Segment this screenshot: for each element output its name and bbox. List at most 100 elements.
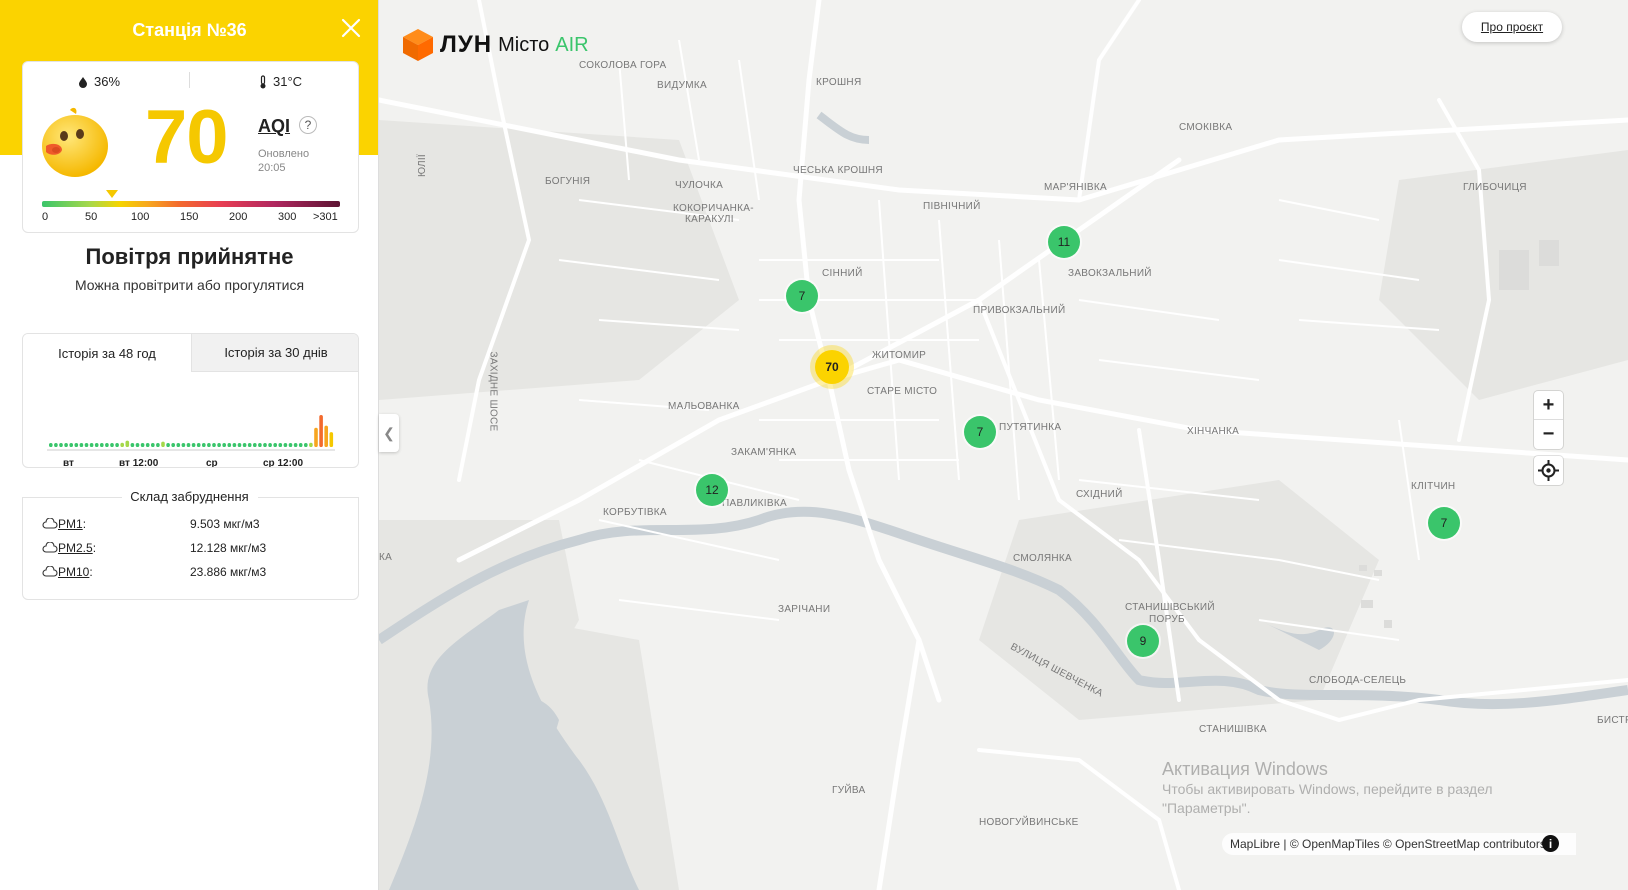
map-label: КРОШНЯ [816, 77, 862, 88]
history-bar[interactable] [329, 432, 334, 447]
history-bar[interactable] [151, 443, 155, 447]
info-icon[interactable]: i [1542, 835, 1559, 852]
station-marker[interactable]: 7 [964, 416, 996, 448]
history-bar[interactable] [227, 443, 232, 447]
history-bar[interactable] [278, 443, 283, 447]
history-bar[interactable] [222, 443, 226, 447]
history-bar[interactable] [145, 443, 150, 447]
history-bar[interactable] [105, 443, 109, 447]
history-bar[interactable] [166, 443, 170, 447]
map-label: СТАНИШІВСЬКИЙ [1125, 602, 1215, 613]
pollutant-value: 23.886 мкг/м3 [190, 565, 267, 579]
history-bar[interactable] [49, 443, 53, 447]
tab-history-48h[interactable]: Історія за 48 год [23, 334, 191, 372]
scale-tick: 300 [278, 211, 297, 223]
history-bar[interactable] [54, 443, 58, 447]
history-bar[interactable] [242, 443, 247, 447]
crosshair-icon [1538, 460, 1559, 481]
history-bar[interactable] [212, 443, 216, 447]
map-attribution[interactable]: MapLibre | © OpenMapTiles © OpenStreetMa… [1222, 833, 1576, 855]
history-bar[interactable] [314, 427, 318, 447]
close-icon[interactable] [340, 17, 362, 39]
history-bar[interactable] [253, 443, 257, 447]
history-bar[interactable] [120, 442, 124, 447]
history-bar[interactable] [69, 443, 73, 447]
station-marker-selected[interactable]: 70 [815, 350, 849, 384]
history-bar[interactable] [217, 443, 221, 447]
history-bar[interactable] [298, 443, 303, 447]
updated-time: 20:05 [258, 162, 286, 174]
history-bar[interactable] [110, 443, 114, 447]
logo[interactable]: ЛУН Місто AIR [402, 28, 589, 62]
history-bar[interactable] [237, 443, 242, 447]
tab-history-30d[interactable]: Історія за 30 днів [191, 334, 358, 372]
pollutant-name[interactable]: PM10 [58, 565, 89, 579]
history-bar[interactable] [191, 443, 196, 447]
history-bar[interactable] [258, 443, 262, 447]
history-bar[interactable] [304, 443, 308, 447]
history-bar[interactable] [202, 443, 206, 447]
history-bar[interactable] [125, 440, 130, 447]
history-x-label: ср 12:00 [263, 458, 303, 468]
map-label: ВИДУМКА [657, 80, 708, 91]
zoom-in-button[interactable]: + [1534, 391, 1563, 420]
history-x-label: вт 12:00 [119, 458, 159, 468]
geolocate-button[interactable] [1534, 456, 1563, 485]
history-bar[interactable] [176, 443, 181, 447]
history-bar[interactable] [196, 443, 201, 447]
map-label: СОКОЛОВА ГОРА [579, 60, 667, 71]
watermark-line: "Параметры". [1162, 800, 1251, 816]
history-bar[interactable] [89, 443, 94, 447]
history-bar[interactable] [268, 443, 272, 447]
map-label: ЗАРІЧАНИ [778, 604, 831, 615]
station-marker[interactable]: 7 [786, 280, 818, 312]
station-marker[interactable]: 12 [696, 474, 728, 506]
air-status-subtitle: Можна провітрити або прогулятися [74, 277, 305, 293]
aqi-help-button[interactable]: ? [299, 116, 317, 134]
history-bar[interactable] [319, 415, 323, 447]
map-base [379, 0, 1628, 890]
history-bar[interactable] [263, 443, 267, 447]
air-status-title: Повітря прийнятне [85, 244, 294, 269]
history-bar[interactable] [161, 441, 165, 447]
history-bar[interactable] [79, 443, 84, 447]
history-bar[interactable] [293, 443, 298, 447]
history-bar[interactable] [84, 443, 89, 447]
history-bar[interactable] [64, 443, 68, 447]
station-marker[interactable]: 11 [1048, 226, 1080, 258]
history-bar[interactable] [94, 443, 99, 447]
history-bar[interactable] [324, 425, 328, 447]
history-bar[interactable] [232, 443, 237, 447]
history-bar[interactable] [283, 443, 288, 447]
scale-tick: 200 [229, 211, 248, 223]
aqi-label[interactable]: AQI [258, 116, 290, 137]
collapse-panel-button[interactable]: ❮ [379, 414, 399, 452]
station-marker[interactable]: 7 [1428, 507, 1460, 539]
zoom-out-button[interactable]: − [1534, 420, 1563, 449]
history-bar[interactable] [115, 443, 119, 447]
watermark-title: Активация Windows [1162, 759, 1328, 779]
logo-air: AIR [555, 33, 589, 56]
history-bar[interactable] [140, 443, 145, 447]
history-bar[interactable] [288, 443, 293, 447]
history-chart: вт вт 12:00 ср ср 12:00 [47, 415, 335, 468]
history-bar[interactable] [130, 443, 135, 447]
pollutant-name[interactable]: PM2.5 [58, 541, 93, 555]
history-bar[interactable] [247, 443, 252, 447]
pollutant-name[interactable]: PM1 [58, 517, 83, 531]
map-label: КА [379, 552, 393, 563]
history-bar[interactable] [309, 442, 313, 447]
history-bar[interactable] [207, 443, 211, 447]
history-bar[interactable] [186, 443, 191, 447]
history-bar[interactable] [135, 443, 140, 447]
history-bar[interactable] [156, 443, 160, 447]
history-bar[interactable] [100, 443, 104, 447]
history-bar[interactable] [171, 443, 175, 447]
map-canvas[interactable]: СОКОЛОВА ГОРА ВИДУМКА КРОШНЯ СМОКІВКА БО… [379, 0, 1628, 890]
history-bar[interactable] [181, 443, 186, 447]
history-bar[interactable] [74, 443, 79, 447]
station-marker[interactable]: 9 [1127, 625, 1159, 657]
history-bar[interactable] [273, 443, 277, 447]
about-project-button[interactable]: Про проєкт [1462, 12, 1562, 42]
history-bar[interactable] [59, 443, 63, 447]
